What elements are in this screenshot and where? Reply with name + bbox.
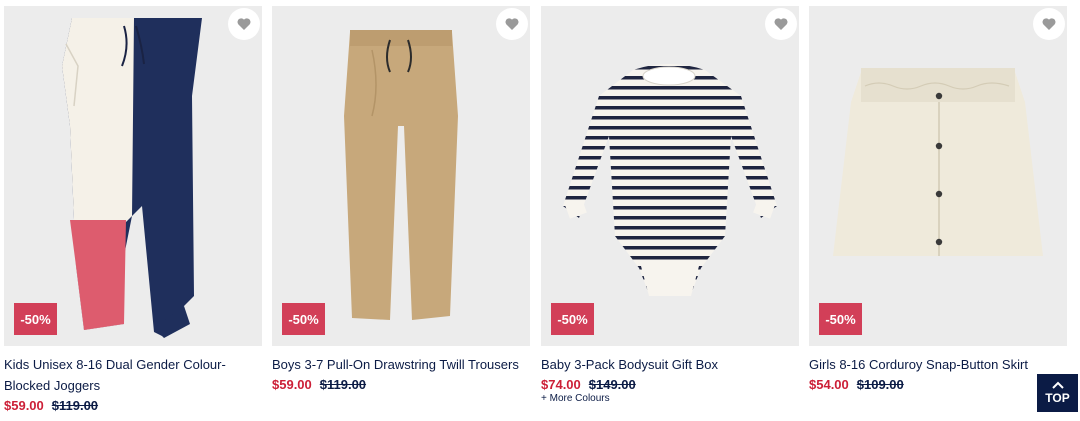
original-price: $119.00 [319,377,367,392]
price-row: $59.00 $119.00 [4,398,262,413]
original-price: $109.00 [856,377,904,392]
price-row: $54.00 $109.00 [809,377,1067,392]
heart-icon [505,18,519,30]
back-to-top-button[interactable]: TOP [1037,374,1078,412]
product-card[interactable]: -50% Kids Unisex 8-16 Dual Gender Colour… [4,6,262,413]
discount-badge: -50% [819,303,862,335]
product-title[interactable]: Girls 8-16 Corduroy Snap-Button Skirt [809,354,1059,375]
price-row: $59.00 $119.00 [272,377,530,392]
product-image[interactable]: -50% [809,6,1067,346]
chevron-up-icon [1051,381,1064,389]
bodysuit-image [563,64,777,296]
skirt-image [833,68,1043,256]
original-price: $119.00 [51,398,99,413]
discount-badge: -50% [14,303,57,335]
original-price: $149.00 [588,377,636,392]
product-image[interactable]: -50% [272,6,530,346]
product-card[interactable]: -50% Boys 3-7 Pull-On Drawstring Twill T… [272,6,530,392]
product-image[interactable]: -50% [541,6,799,346]
back-to-top-label: TOP [1045,391,1070,405]
heart-icon [1042,18,1056,30]
product-image[interactable]: -50% [4,6,262,346]
heart-icon [237,18,251,30]
favourite-button[interactable] [228,8,260,40]
more-colours-link[interactable]: + More Colours [541,393,799,404]
trousers-image [344,30,458,320]
favourite-button[interactable] [765,8,797,40]
sale-price: $54.00 [809,377,849,392]
sale-price: $74.00 [541,377,581,392]
joggers-image [62,18,202,338]
favourite-button[interactable] [496,8,528,40]
sale-price: $59.00 [272,377,312,392]
product-title[interactable]: Kids Unisex 8-16 Dual Gender Colour-Bloc… [4,354,254,396]
favourite-button[interactable] [1033,8,1065,40]
product-card[interactable]: -50% Girls 8-16 Corduroy Snap-Button Ski… [809,6,1067,392]
sale-price: $59.00 [4,398,44,413]
product-title[interactable]: Boys 3-7 Pull-On Drawstring Twill Trouse… [272,354,522,375]
discount-badge: -50% [551,303,594,335]
heart-icon [774,18,788,30]
product-title[interactable]: Baby 3-Pack Bodysuit Gift Box [541,354,791,375]
discount-badge: -50% [282,303,325,335]
price-row: $74.00 $149.00 [541,377,799,392]
product-card[interactable]: -50% Baby 3-Pack Bodysuit Gift Box $74.0… [541,6,799,404]
